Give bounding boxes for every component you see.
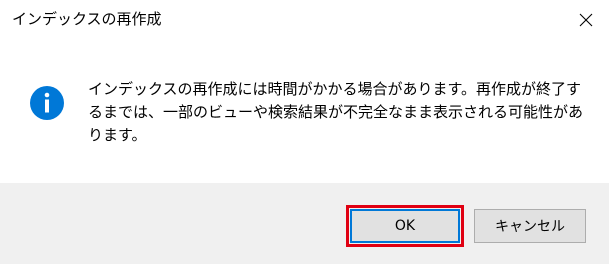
dialog-title: インデックスの再作成 bbox=[12, 10, 162, 28]
close-button[interactable] bbox=[563, 0, 609, 40]
reindex-dialog: インデックスの再作成 インデックスの再作成には時間がかかる場合があります。再作成… bbox=[0, 0, 609, 264]
ok-button[interactable]: OK bbox=[350, 209, 460, 243]
message-text: インデックスの再作成には時間がかかる場合があります。再作成が終了するまでは、一部… bbox=[88, 80, 584, 144]
button-bar: OK キャンセル bbox=[0, 183, 609, 264]
dialog-content: インデックスの再作成には時間がかかる場合があります。再作成が終了するまでは、一部… bbox=[0, 40, 609, 183]
title-bar: インデックスの再作成 bbox=[0, 0, 609, 40]
close-icon bbox=[579, 13, 593, 27]
info-icon bbox=[30, 86, 64, 120]
cancel-button[interactable]: キャンセル bbox=[474, 209, 586, 243]
